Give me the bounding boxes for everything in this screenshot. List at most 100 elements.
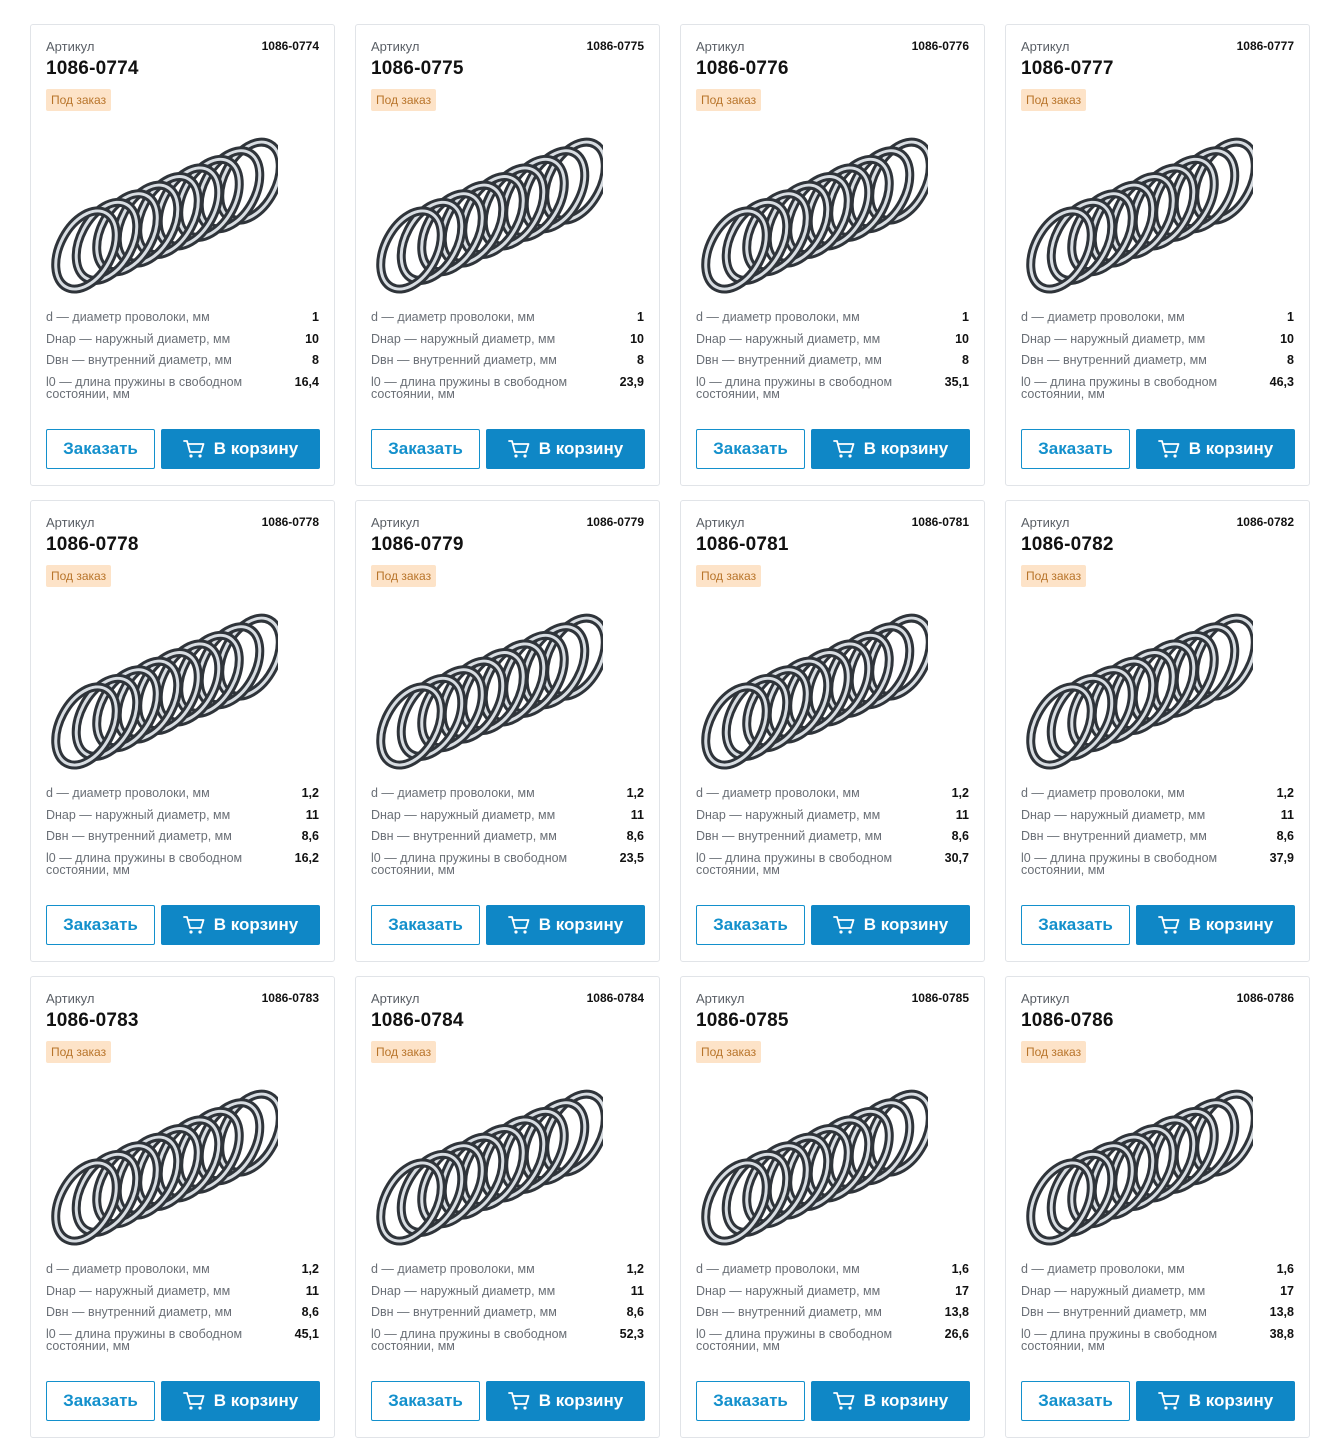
spec-row-dvn: Dвн — внутренний диаметр, мм 13,8 — [696, 1306, 969, 1319]
product-title[interactable]: 1086-0775 — [371, 58, 464, 80]
add-to-cart-button[interactable]: В корзину — [161, 1381, 320, 1421]
order-button[interactable]: Заказать — [1021, 1381, 1130, 1421]
spec-label: Dвн — внутренний диаметр, мм — [1021, 1305, 1207, 1319]
spring-image[interactable] — [1021, 601, 1260, 771]
spec-row-dnar: Dнар — наружный диаметр, мм 11 — [1021, 808, 1294, 822]
spring-image[interactable] — [696, 125, 935, 295]
product-card[interactable]: Артикул 1086-0775 1086-0775 Под заказ d … — [355, 24, 660, 486]
product-card[interactable]: Артикул 1086-0783 1086-0783 Под заказ d … — [30, 976, 335, 1438]
spring-image[interactable] — [371, 1077, 610, 1247]
product-card[interactable]: Артикул 1086-0781 1086-0781 Под заказ d … — [680, 500, 985, 962]
order-button[interactable]: Заказать — [46, 905, 155, 945]
spring-image[interactable] — [1021, 1077, 1260, 1247]
spring-image[interactable] — [371, 601, 610, 771]
spec-row-d: d — диаметр проволоки, мм 1,6 — [1021, 1263, 1294, 1276]
product-title[interactable]: 1086-0778 — [46, 534, 139, 556]
order-button[interactable]: Заказать — [371, 905, 480, 945]
product-grid: Артикул 1086-0774 1086-0774 Под заказ d … — [0, 0, 1326, 1443]
spec-value: 1,2 — [626, 1262, 644, 1276]
spec-row-d: d — диаметр проволоки, мм 1,6 — [696, 1263, 969, 1276]
spec-label: l0 — длина пружины в свободном состоянии… — [1021, 850, 1218, 877]
product-title[interactable]: 1086-0776 — [696, 58, 789, 80]
product-card[interactable]: Артикул 1086-0784 1086-0784 Под заказ d … — [355, 976, 660, 1438]
spring-image[interactable] — [46, 1077, 285, 1247]
product-card[interactable]: Артикул 1086-0774 1086-0774 Под заказ d … — [30, 24, 335, 486]
cart-button-label: В корзину — [213, 439, 299, 458]
product-card[interactable]: Артикул 1086-0779 1086-0779 Под заказ d … — [355, 500, 660, 962]
add-to-cart-button[interactable]: В корзину — [486, 1381, 645, 1421]
add-to-cart-button[interactable]: В корзину — [811, 905, 970, 945]
product-title[interactable]: 1086-0785 — [696, 1010, 789, 1032]
add-to-cart-button[interactable]: В корзину — [1136, 905, 1295, 945]
spec-row-dnar: Dнар — наружный диаметр, мм 17 — [696, 1284, 969, 1298]
spec-value: 8,6 — [301, 829, 319, 843]
add-to-cart-button[interactable]: В корзину — [811, 429, 970, 469]
product-title[interactable]: 1086-0777 — [1021, 58, 1114, 80]
add-to-cart-button[interactable]: В корзину — [486, 905, 645, 945]
cart-button-label: В корзину — [1188, 915, 1274, 934]
spec-row-dvn: Dвн — внутренний диаметр, мм 8 — [46, 354, 319, 367]
product-title[interactable]: 1086-0779 — [371, 534, 464, 556]
spec-row-d: d — диаметр проволоки, мм 1,2 — [696, 787, 969, 800]
product-title[interactable]: 1086-0786 — [1021, 1010, 1114, 1032]
article-code: 1086-0781 — [911, 515, 969, 529]
article-label: Артикул — [46, 515, 95, 530]
product-card[interactable]: Артикул 1086-0777 1086-0777 Под заказ d … — [1005, 24, 1310, 486]
order-button[interactable]: Заказать — [1021, 429, 1130, 469]
spec-row-d: d — диаметр проволоки, мм 1 — [696, 311, 969, 324]
spring-image[interactable] — [46, 601, 285, 771]
cart-button-label: В корзину — [213, 1391, 299, 1410]
cart-icon — [832, 440, 855, 458]
product-card[interactable]: Артикул 1086-0778 1086-0778 Под заказ d … — [30, 500, 335, 962]
cart-icon — [1157, 440, 1180, 458]
spec-value: 8,6 — [626, 1305, 644, 1319]
order-button[interactable]: Заказать — [371, 429, 480, 469]
product-title[interactable]: 1086-0782 — [1021, 534, 1114, 556]
order-button[interactable]: Заказать — [696, 905, 805, 945]
product-card[interactable]: Артикул 1086-0782 1086-0782 Под заказ d … — [1005, 500, 1310, 962]
spec-row-l0: l0 — длина пружины в свободном состоянии… — [1021, 850, 1294, 877]
spec-value: 1,6 — [1276, 1262, 1294, 1276]
spring-image[interactable] — [696, 1077, 935, 1247]
article-code: 1086-0775 — [586, 39, 644, 53]
product-title[interactable]: 1086-0783 — [46, 1010, 139, 1032]
spec-label: Dвн — внутренний диаметр, мм — [371, 1305, 557, 1319]
product-title[interactable]: 1086-0784 — [371, 1010, 464, 1032]
product-card[interactable]: Артикул 1086-0776 1086-0776 Под заказ d … — [680, 24, 985, 486]
article-code: 1086-0776 — [911, 39, 969, 53]
spec-label: d — диаметр проволоки, мм — [371, 786, 535, 800]
order-button[interactable]: Заказать — [696, 1381, 805, 1421]
spec-label: Dнар — наружный диаметр, мм — [46, 331, 231, 346]
product-title[interactable]: 1086-0781 — [696, 534, 789, 556]
spec-value: 8 — [962, 353, 969, 367]
product-card[interactable]: Артикул 1086-0786 1086-0786 Под заказ d … — [1005, 976, 1310, 1438]
spec-value: 30,7 — [944, 850, 969, 865]
add-to-cart-button[interactable]: В корзину — [1136, 1381, 1295, 1421]
order-button[interactable]: Заказать — [1021, 905, 1130, 945]
order-button[interactable]: Заказать — [46, 1381, 155, 1421]
product-title[interactable]: 1086-0774 — [46, 58, 139, 80]
add-to-cart-button[interactable]: В корзину — [811, 1381, 970, 1421]
spring-image[interactable] — [371, 125, 610, 295]
order-button[interactable]: Заказать — [371, 1381, 480, 1421]
spec-label: l0 — длина пружины в свободном состоянии… — [1021, 374, 1218, 401]
order-button[interactable]: Заказать — [696, 429, 805, 469]
spring-image[interactable] — [1021, 125, 1260, 295]
spring-image[interactable] — [46, 125, 285, 295]
order-button[interactable]: Заказать — [46, 429, 155, 469]
cart-icon — [1157, 1392, 1180, 1410]
spring-image[interactable] — [696, 601, 935, 771]
product-card[interactable]: Артикул 1086-0785 1086-0785 Под заказ d … — [680, 976, 985, 1438]
article-code: 1086-0774 — [261, 39, 319, 53]
cart-button-label: В корзину — [863, 915, 949, 934]
spec-value: 1 — [1287, 310, 1294, 324]
spec-row-d: d — диаметр проволоки, мм 1,2 — [46, 1263, 319, 1276]
add-to-cart-button[interactable]: В корзину — [1136, 429, 1295, 469]
on-order-badge: Под заказ — [371, 1041, 437, 1063]
add-to-cart-button[interactable]: В корзину — [161, 429, 320, 469]
spec-label: Dвн — внутренний диаметр, мм — [46, 1305, 232, 1319]
add-to-cart-button[interactable]: В корзину — [486, 429, 645, 469]
add-to-cart-button[interactable]: В корзину — [161, 905, 320, 945]
spec-row-d: d — диаметр проволоки, мм 1,2 — [46, 787, 319, 800]
spec-value: 1 — [962, 310, 969, 324]
